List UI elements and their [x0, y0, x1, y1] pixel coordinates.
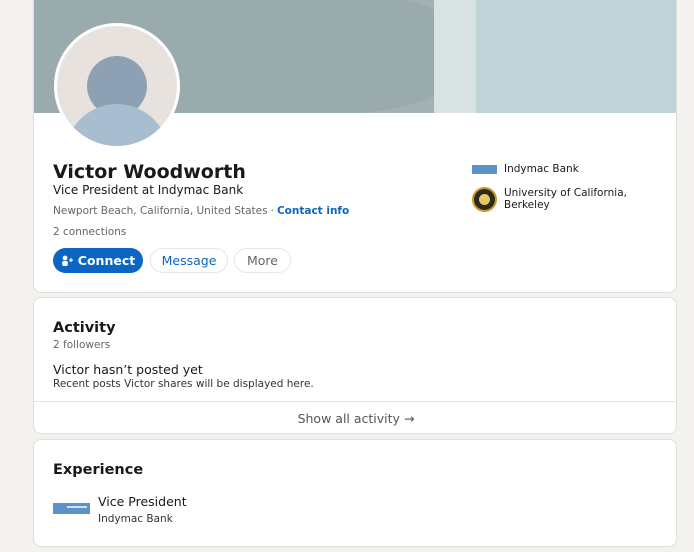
- experience-role: Vice President: [98, 494, 187, 509]
- more-button[interactable]: More: [234, 248, 291, 273]
- arrow-right-icon: →: [403, 411, 415, 426]
- profile-name: Victor Woodworth: [53, 161, 246, 183]
- experience-company: Indymac Bank: [98, 513, 173, 525]
- location-text: Newport Beach, California, United States: [53, 205, 268, 217]
- no-posts-heading: Victor hasn’t posted yet: [53, 362, 203, 377]
- avatar[interactable]: [54, 23, 180, 149]
- experience-title: Experience: [53, 462, 144, 478]
- activity-card: Activity 2 followers Victor hasn’t poste…: [33, 297, 677, 434]
- current-company-label: Indymac Bank: [504, 163, 579, 175]
- connections-count[interactable]: 2 connections: [53, 226, 126, 238]
- education-link[interactable]: University of California, Berkeley: [472, 187, 634, 212]
- location-separator: ·: [270, 205, 274, 217]
- profile-card: Victor Woodworth Vice President at Indym…: [33, 0, 677, 293]
- followers-count: 2 followers: [53, 339, 111, 351]
- show-all-activity-link[interactable]: Show all activity →: [34, 411, 676, 426]
- indymac-logo-icon[interactable]: [53, 503, 90, 514]
- contact-info-link[interactable]: Contact info: [277, 205, 349, 217]
- indymac-logo-icon: [472, 165, 497, 174]
- message-button[interactable]: Message: [150, 248, 228, 273]
- show-all-label: Show all activity: [297, 411, 400, 426]
- connect-button[interactable]: Connect: [53, 248, 143, 273]
- activity-title: Activity: [53, 320, 116, 336]
- experience-card: Experience Vice President Indymac Bank: [33, 439, 677, 547]
- current-company-link[interactable]: Indymac Bank: [472, 163, 579, 175]
- divider: [34, 401, 676, 402]
- profile-location-line: Newport Beach, California, United States…: [53, 205, 349, 217]
- connect-label: Connect: [77, 253, 136, 268]
- uc-berkeley-seal-icon: [472, 187, 497, 212]
- education-label: University of California, Berkeley: [504, 187, 627, 211]
- add-person-icon: [61, 255, 73, 266]
- profile-headline: Vice President at Indymac Bank: [53, 183, 244, 197]
- no-posts-subtext: Recent posts Victor shares will be displ…: [53, 378, 314, 390]
